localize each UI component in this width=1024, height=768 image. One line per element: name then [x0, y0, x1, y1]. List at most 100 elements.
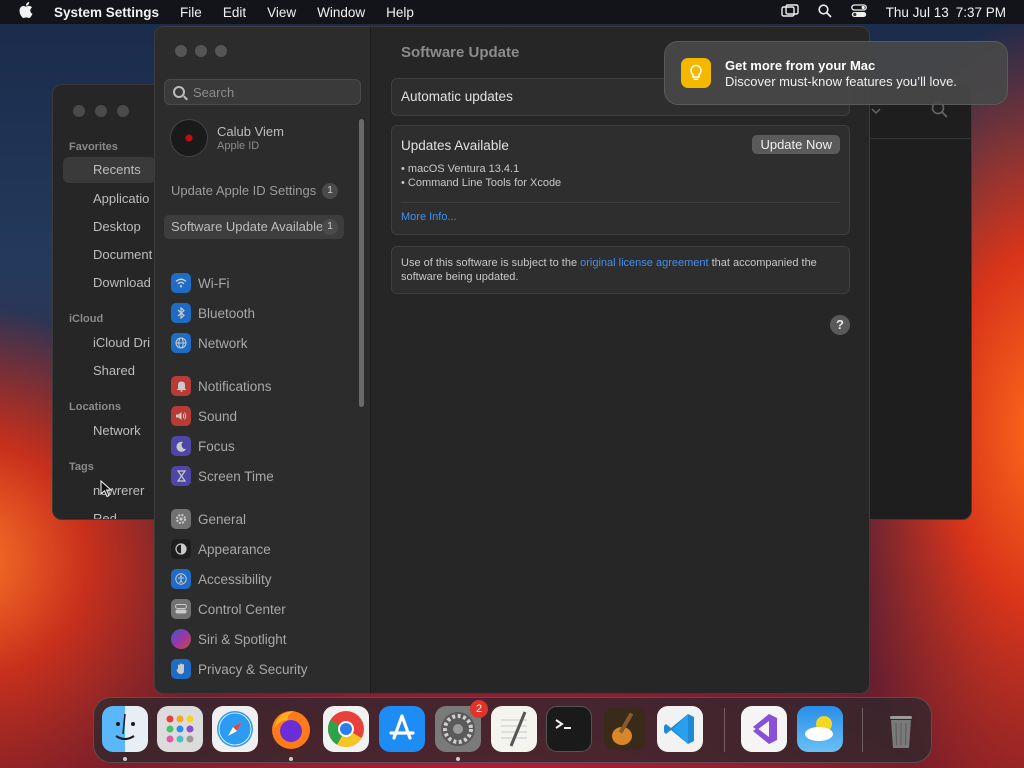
- menu-view[interactable]: View: [257, 5, 307, 20]
- menu-edit[interactable]: Edit: [212, 5, 256, 20]
- software-update-available-row[interactable]: Software Update Available 1: [164, 215, 344, 239]
- finder-section-tags: Tags: [69, 461, 94, 473]
- sidebar-item-label: Privacy & Security: [198, 661, 308, 677]
- update-apple-id-settings-label: Update Apple ID Settings: [171, 183, 317, 198]
- sidebar-item-label: Siri & Spotlight: [198, 631, 287, 647]
- lightbulb-icon: [681, 58, 711, 88]
- sidebar-item-general[interactable]: General: [171, 509, 246, 529]
- software-update-available-label: Software Update Available: [171, 219, 324, 234]
- safari-app-icon[interactable]: [212, 706, 258, 752]
- menu-file[interactable]: File: [170, 5, 213, 20]
- dock: 2: [93, 697, 932, 763]
- speaker-icon: [171, 406, 191, 426]
- notification-badge: 1: [322, 183, 338, 199]
- terminal-app-icon[interactable]: [546, 706, 592, 752]
- hourglass-icon: [171, 466, 191, 486]
- close-window-button[interactable]: [175, 45, 187, 57]
- updates-available-card: Updates Available Update Now • macOS Ven…: [391, 125, 850, 235]
- textedit-app-icon[interactable]: [491, 706, 537, 752]
- sidebar-scrollbar[interactable]: [359, 119, 364, 407]
- finder-item-downloads[interactable]: Download: [93, 275, 151, 290]
- hand-icon: [171, 659, 191, 679]
- finder-sidebar: Favorites Recents Applicatio Desktop Doc…: [53, 85, 156, 519]
- running-indicator: [123, 757, 127, 761]
- profile-name: Calub Viem: [217, 124, 284, 139]
- sidebar-item-label: Focus: [198, 438, 235, 454]
- finder-item-recents[interactable]: Recents: [63, 157, 156, 183]
- control-center-icon[interactable]: [850, 3, 867, 21]
- sidebar-item-sound[interactable]: Sound: [171, 406, 237, 426]
- search-field[interactable]: [164, 79, 361, 105]
- sidebar-item-control-center[interactable]: Control Center: [171, 599, 286, 619]
- globe-icon: [171, 333, 191, 353]
- menu-app-name[interactable]: System Settings: [52, 5, 170, 20]
- sidebar-item-bluetooth[interactable]: Bluetooth: [171, 303, 255, 323]
- update-item: • Command Line Tools for Xcode: [401, 177, 562, 189]
- sidebar-item-appearance[interactable]: Appearance: [171, 539, 271, 559]
- finder-window-controls[interactable]: [73, 105, 129, 117]
- chrome-app-icon[interactable]: [323, 706, 369, 752]
- finder-item-documents[interactable]: Document: [93, 247, 152, 262]
- trash-app-icon[interactable]: [878, 706, 924, 752]
- apple-id-profile[interactable]: Calub Viem Apple ID: [170, 119, 284, 157]
- weather-app-icon[interactable]: [797, 706, 843, 752]
- visual-studio-app-icon[interactable]: [741, 706, 787, 752]
- dock-separator: [862, 708, 863, 752]
- software-update-pane: Software Update Automatic updates Update…: [371, 27, 869, 693]
- updates-available-title: Updates Available: [401, 138, 509, 153]
- more-info-link[interactable]: More Info...: [401, 211, 457, 223]
- menubar-date[interactable]: Thu Jul 13: [886, 5, 949, 20]
- sidebar-item-privacy-security[interactable]: Privacy & Security: [171, 659, 308, 679]
- notification-badge: 2: [470, 700, 488, 718]
- apple-menu-icon[interactable]: [0, 2, 52, 22]
- finder-item-tag-2[interactable]: Red: [93, 511, 117, 519]
- finder-chevron-down-icon[interactable]: [871, 103, 881, 118]
- sidebar-item-label: Network: [198, 335, 248, 351]
- notification-title: Get more from your Mac: [725, 57, 876, 73]
- sidebar-item-siri-spotlight[interactable]: Siri & Spotlight: [171, 629, 287, 649]
- sidebar-item-accessibility[interactable]: Accessibility: [171, 569, 272, 589]
- help-button[interactable]: ?: [830, 315, 850, 335]
- sidebar-item-wifi[interactable]: Wi-Fi: [171, 273, 229, 293]
- sidebar-item-label: Appearance: [198, 541, 271, 557]
- notification-body: Discover must-know features you’ll love.: [725, 73, 957, 89]
- sidebar-item-focus[interactable]: Focus: [171, 436, 235, 456]
- sidebar-item-screen-time[interactable]: Screen Time: [171, 466, 274, 486]
- sidebar-item-notifications[interactable]: Notifications: [171, 376, 272, 396]
- menu-help[interactable]: Help: [376, 5, 425, 20]
- finder-item-applications[interactable]: Applicatio: [93, 191, 149, 206]
- accessibility-icon: [171, 569, 191, 589]
- vscode-app-icon[interactable]: [657, 706, 703, 752]
- notification-banner[interactable]: Get more from your Mac Discover must-kno…: [664, 41, 1008, 105]
- finder-item-network[interactable]: Network: [93, 423, 141, 438]
- search-input[interactable]: [193, 84, 343, 100]
- finder-item-icloud-drive[interactable]: iCloud Dri: [93, 335, 150, 350]
- finder-item-shared[interactable]: Shared: [93, 363, 135, 378]
- finder-item-desktop[interactable]: Desktop: [93, 219, 141, 234]
- license-agreement-link[interactable]: original license agreement: [580, 257, 708, 269]
- menu-bar: System Settings File Edit View Window He…: [0, 0, 1024, 24]
- sidebar-item-label: Wi-Fi: [198, 275, 230, 291]
- minimize-window-button[interactable]: [195, 45, 207, 57]
- app-store-app-icon[interactable]: [379, 706, 425, 752]
- launchpad-app-icon[interactable]: [157, 706, 203, 752]
- license-text-pre: Use of this software is subject to the: [401, 257, 581, 269]
- finder-app-icon[interactable]: [102, 706, 148, 752]
- menu-window[interactable]: Window: [307, 5, 376, 20]
- spotlight-search-icon[interactable]: [818, 3, 832, 21]
- screen-mirroring-icon[interactable]: [780, 3, 799, 21]
- update-item: • macOS Ventura 13.4.1: [401, 163, 520, 175]
- update-apple-id-settings-row[interactable]: Update Apple ID Settings 1: [164, 179, 344, 203]
- profile-subtitle: Apple ID: [217, 140, 260, 152]
- window-controls[interactable]: [175, 45, 227, 57]
- finder-section-favorites: Favorites: [69, 141, 118, 153]
- update-now-button[interactable]: Update Now: [752, 135, 840, 154]
- siri-icon: [171, 629, 191, 649]
- gear-icon: [171, 509, 191, 529]
- sidebar-item-network[interactable]: Network: [171, 333, 248, 353]
- zoom-window-button[interactable]: [215, 45, 227, 57]
- garageband-app-icon[interactable]: [602, 706, 648, 752]
- firefox-app-icon[interactable]: [268, 706, 314, 752]
- menubar-time[interactable]: 7:37 PM: [956, 5, 1006, 20]
- notification-badge: 1: [322, 219, 338, 235]
